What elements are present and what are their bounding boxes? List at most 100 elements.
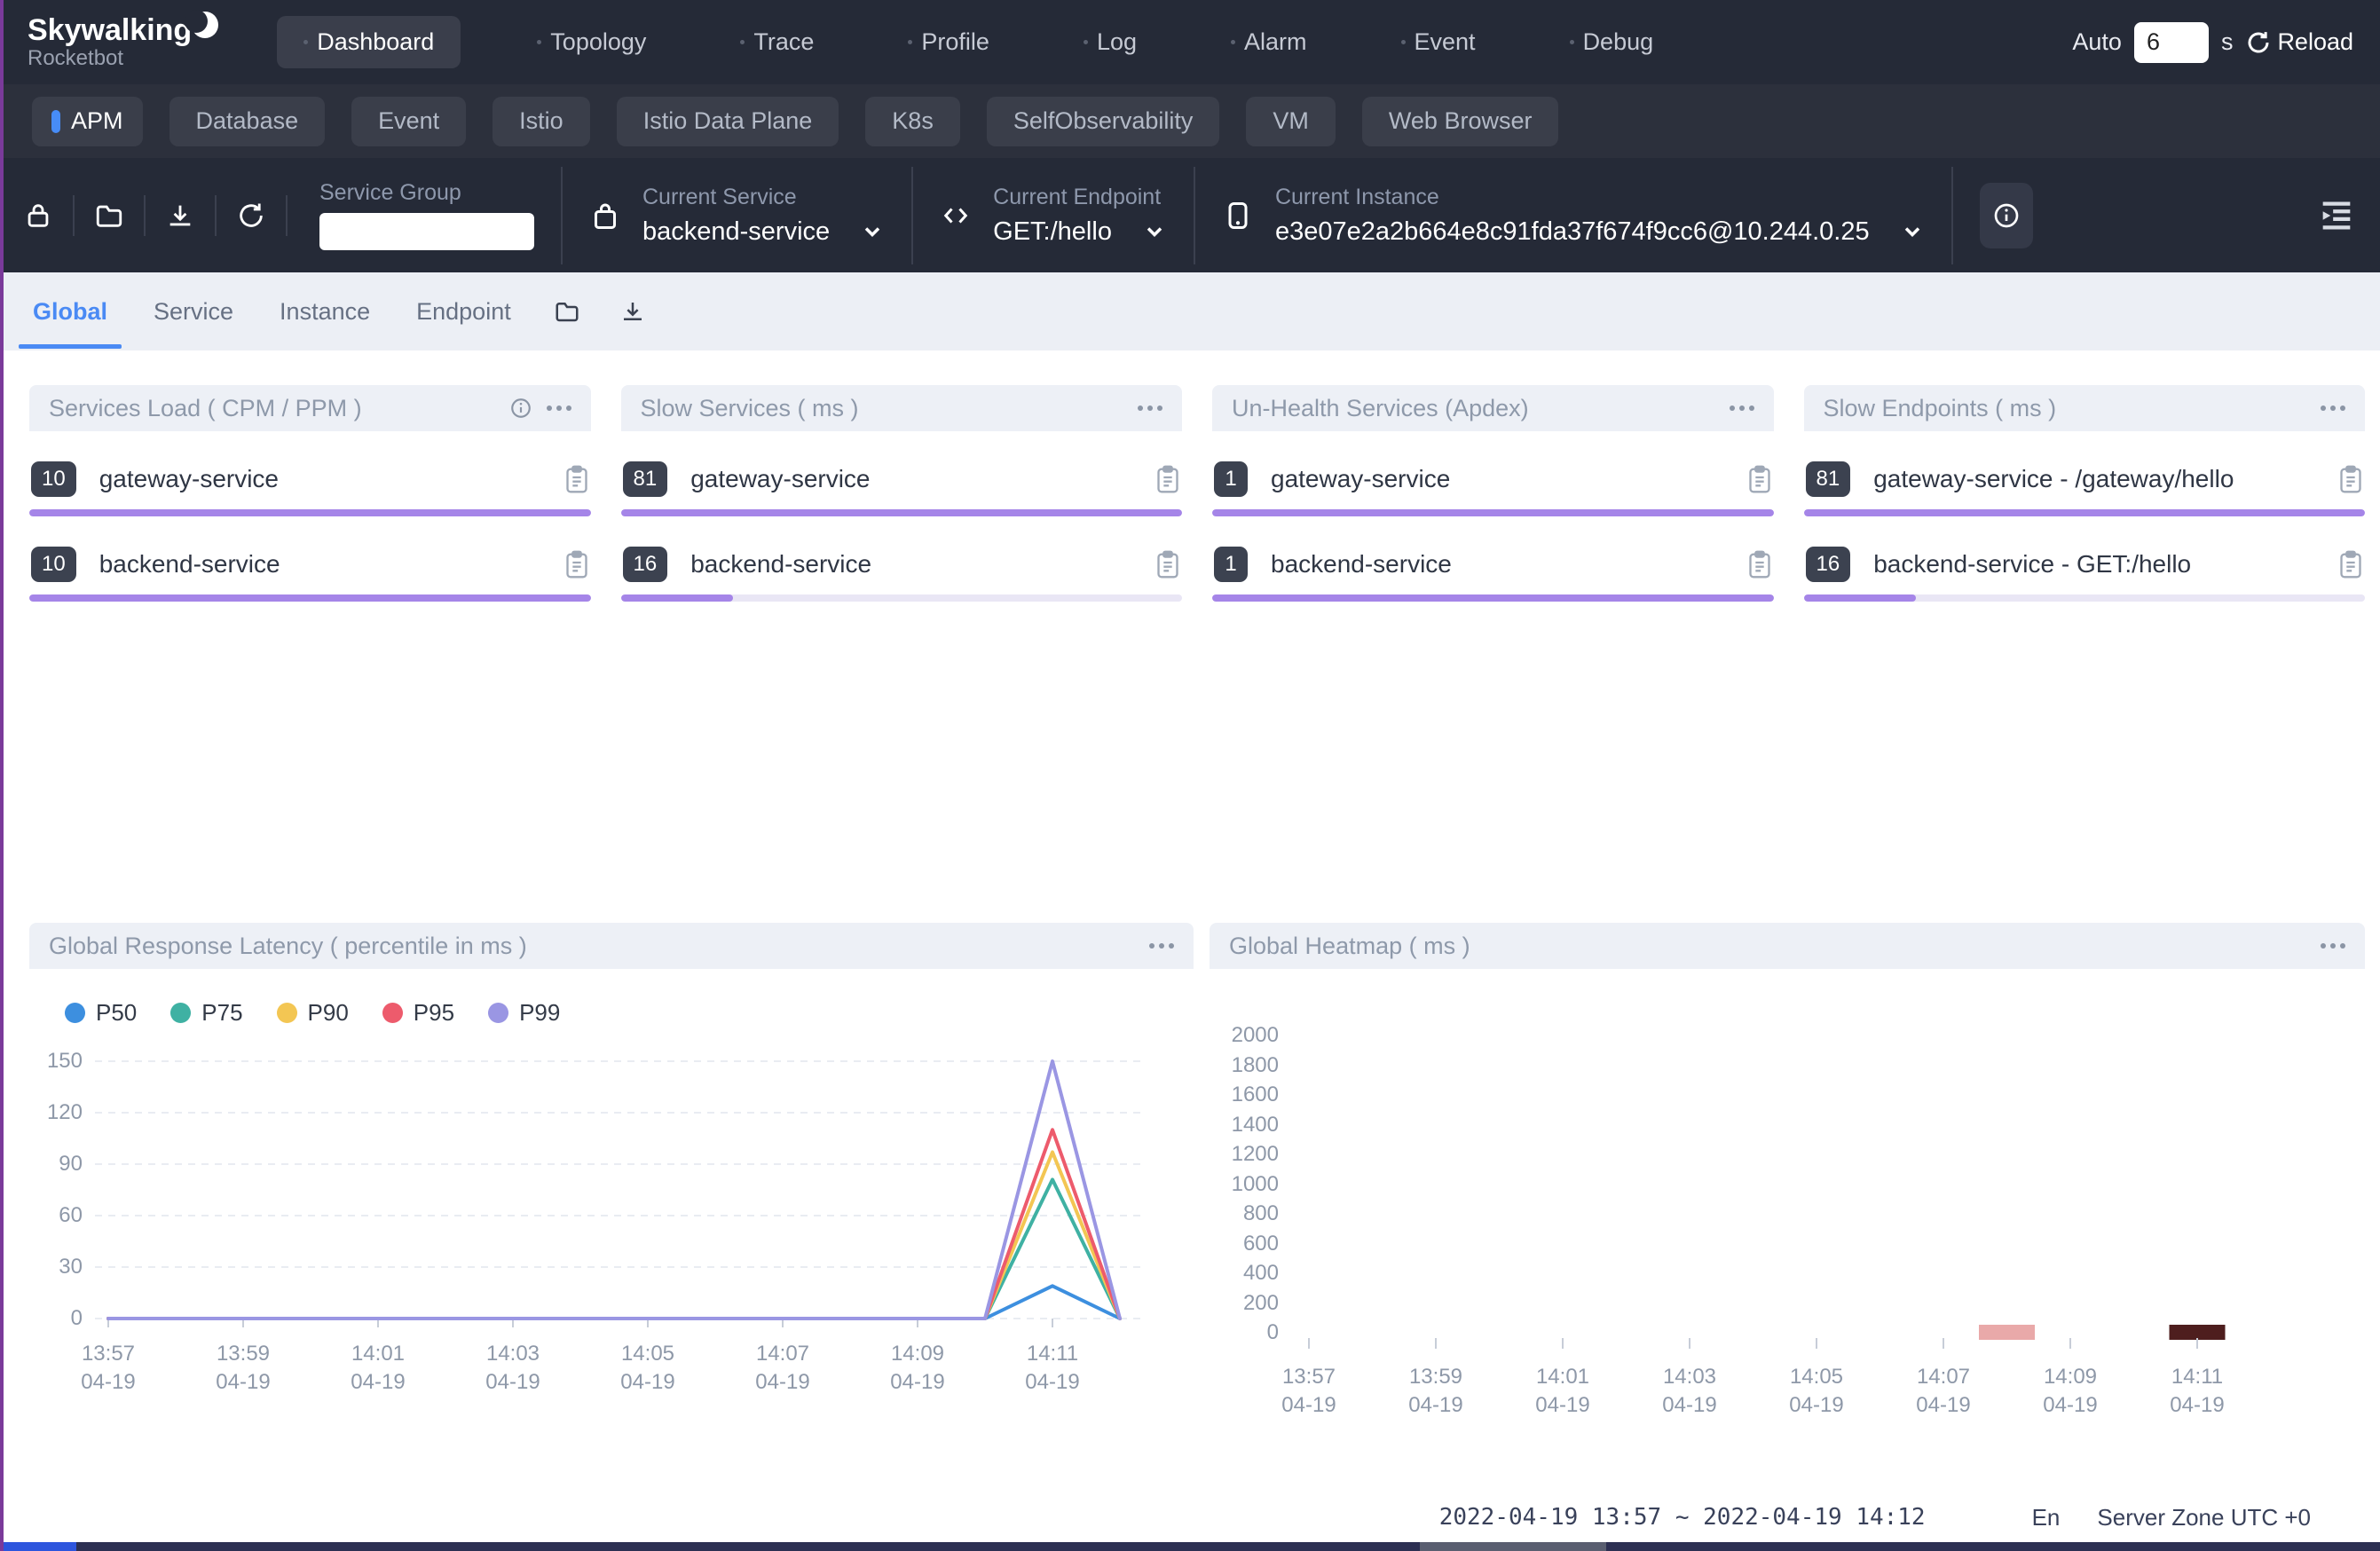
card-services-load: Services Load ( CPM / PPM ) 10 gateway-s…: [29, 385, 591, 923]
auto-unit: s: [2221, 28, 2234, 56]
layer-tab-k8s[interactable]: K8s: [865, 97, 960, 146]
brand-logo[interactable]: Skywalking Rocketbot: [28, 15, 215, 69]
clipboard-icon[interactable]: [564, 465, 589, 493]
info-button[interactable]: [1980, 183, 2033, 248]
layer-tab-istio[interactable]: Istio: [493, 97, 590, 146]
legend-item-p95[interactable]: P95: [382, 999, 454, 1027]
clipboard-icon[interactable]: [564, 550, 589, 579]
download-icon[interactable]: [165, 201, 195, 231]
legend-swatch: [170, 1003, 191, 1023]
bottom-scroll-fragment[interactable]: [1420, 1542, 1606, 1551]
service-name: gateway-service: [690, 465, 1155, 493]
refresh-icon[interactable]: [236, 201, 266, 231]
nav-item-log[interactable]: Log: [1066, 16, 1155, 68]
divider: [144, 195, 146, 236]
legend-item-p90[interactable]: P90: [277, 999, 349, 1027]
service-row[interactable]: 10 backend-service: [29, 547, 591, 582]
latency-line-chart[interactable]: [95, 1052, 1142, 1327]
legend-item-p75[interactable]: P75: [170, 999, 242, 1027]
service-row[interactable]: 1 gateway-service: [1212, 461, 1774, 497]
more-options-icon[interactable]: [1730, 405, 1754, 411]
service-row[interactable]: 81 gateway-service: [621, 461, 1183, 497]
layer-tab-vm[interactable]: VM: [1246, 97, 1336, 146]
current-endpoint-selector[interactable]: Current Endpoint GET:/hello: [940, 185, 1167, 247]
nav-item-debug[interactable]: Debug: [1552, 16, 1672, 68]
heatmap-chart[interactable]: [1291, 1022, 2312, 1350]
card-header: Services Load ( CPM / PPM ): [29, 385, 591, 431]
more-options-icon[interactable]: [1149, 943, 1174, 949]
layer-tab-database[interactable]: Database: [169, 97, 326, 146]
export-template-download-icon[interactable]: [619, 298, 646, 325]
clipboard-icon[interactable]: [1747, 465, 1772, 493]
nav-dot-icon: [303, 40, 308, 44]
layer-tab-web-browser[interactable]: Web Browser: [1362, 97, 1559, 146]
chevron-down-icon[interactable]: [860, 219, 885, 244]
current-instance-selector[interactable]: Current Instance e3e07e2a2b664e8c91fda37…: [1222, 185, 1925, 247]
nav-item-event[interactable]: Event: [1383, 16, 1493, 68]
info-icon: [1992, 201, 2021, 230]
more-options-icon[interactable]: [1138, 405, 1162, 411]
layer-tab-istio-data-plane[interactable]: Istio Data Plane: [617, 97, 839, 146]
auto-interval-input[interactable]: [2134, 22, 2209, 63]
clipboard-icon[interactable]: [1155, 465, 1180, 493]
tab-global[interactable]: Global: [29, 272, 111, 350]
service-row[interactable]: 16 backend-service: [621, 547, 1183, 582]
info-icon[interactable]: [509, 397, 532, 420]
brand-subtitle: Rocketbot: [28, 47, 215, 69]
nav-item-trace[interactable]: Trace: [722, 16, 831, 68]
charts-row: Global Response Latency ( percentile in …: [29, 923, 2365, 1439]
chevron-down-icon[interactable]: [1900, 219, 1925, 244]
language-switch[interactable]: En: [2032, 1504, 2061, 1531]
more-options-icon[interactable]: [2321, 405, 2345, 411]
legend-swatch: [65, 1003, 85, 1023]
footer-bar: 2022-04-19 13:57 ~ 2022-04-19 14:12 En S…: [0, 1492, 2380, 1542]
card-header: Global Heatmap ( ms ): [1210, 923, 2365, 969]
service-group-input[interactable]: [319, 213, 534, 250]
time-range-picker[interactable]: 2022-04-19 13:57 ~ 2022-04-19 14:12: [1439, 1504, 1926, 1531]
legend-item-p50[interactable]: P50: [65, 999, 137, 1027]
current-service-selector[interactable]: Current Service backend-service: [589, 185, 885, 247]
service-group-label: Service Group: [319, 180, 534, 206]
nav-item-topology[interactable]: Topology: [519, 16, 664, 68]
chevron-down-icon[interactable]: [1142, 219, 1167, 244]
tab-service[interactable]: Service: [150, 272, 237, 350]
clipboard-icon[interactable]: [2338, 465, 2363, 493]
progress-bar: [621, 509, 1183, 516]
layer-tab-selfobservability[interactable]: SelfObservability: [987, 97, 1220, 146]
lock-icon[interactable]: [23, 201, 53, 231]
value-badge: 10: [31, 461, 76, 497]
service-row[interactable]: 10 gateway-service: [29, 461, 591, 497]
card-header: Slow Endpoints ( ms ): [1804, 385, 2366, 431]
clipboard-icon[interactable]: [1155, 550, 1180, 579]
import-template-folder-icon[interactable]: [554, 298, 580, 325]
endpoint-row[interactable]: 16 backend-service - GET:/hello: [1804, 547, 2366, 582]
server-zone-label: Server Zone UTC +0: [2097, 1504, 2311, 1531]
nav-item-profile[interactable]: Profile: [890, 16, 1007, 68]
more-options-icon[interactable]: [2321, 943, 2345, 949]
value-badge: 10: [31, 547, 76, 582]
config-panel-icon[interactable]: [2316, 195, 2357, 236]
reload-button[interactable]: Reload: [2245, 28, 2353, 56]
nav-item-alarm[interactable]: Alarm: [1213, 16, 1325, 68]
nav-item-dashboard[interactable]: Dashboard: [277, 16, 461, 68]
service-row[interactable]: 1 backend-service: [1212, 547, 1774, 582]
layer-tab-apm[interactable]: APM: [32, 97, 143, 146]
endpoint-row[interactable]: 81 gateway-service - /gateway/hello: [1804, 461, 2366, 497]
clipboard-icon[interactable]: [2338, 550, 2363, 579]
tab-instance[interactable]: Instance: [276, 272, 374, 350]
divider: [1194, 167, 1195, 264]
clipboard-icon[interactable]: [1747, 550, 1772, 579]
card-global-heatmap: Global Heatmap ( ms ) 2000 1800 1600 140…: [1210, 923, 2365, 1439]
legend-item-p99[interactable]: P99: [488, 999, 560, 1027]
layer-tab-event[interactable]: Event: [351, 97, 466, 146]
progress-bar: [1804, 594, 2366, 602]
value-badge: 1: [1214, 461, 1248, 497]
folder-icon[interactable]: [94, 201, 124, 231]
value-badge: 16: [623, 547, 668, 582]
main-menu: Dashboard Topology Trace Profile Log Ala…: [277, 16, 1671, 68]
y-axis-labels: 2000 1800 1600 1400 1200 1000 800 600 40…: [1210, 1022, 1279, 1350]
card-header: Slow Services ( ms ): [621, 385, 1183, 431]
more-options-icon[interactable]: [547, 405, 571, 411]
tab-endpoint[interactable]: Endpoint: [413, 272, 515, 350]
metric-cards-row: Services Load ( CPM / PPM ) 10 gateway-s…: [29, 385, 2365, 923]
